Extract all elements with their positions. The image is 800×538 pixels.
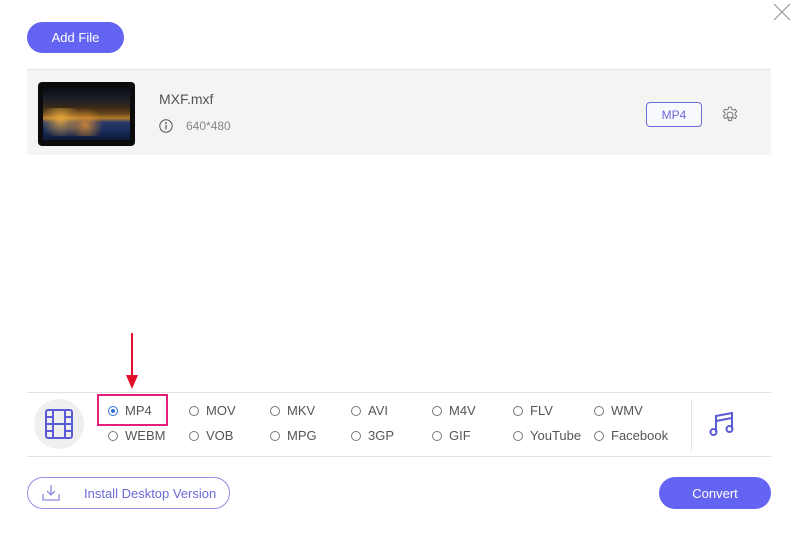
format-option-vob[interactable]: VOB bbox=[189, 428, 233, 443]
format-label: MP4 bbox=[125, 403, 152, 418]
format-option-mp4[interactable]: MP4 bbox=[108, 403, 152, 418]
format-option-avi[interactable]: AVI bbox=[351, 403, 388, 418]
file-name: MXF.mxf bbox=[159, 91, 214, 107]
format-label: MKV bbox=[287, 403, 316, 418]
radio-button[interactable] bbox=[351, 430, 361, 441]
format-label: M4V bbox=[449, 403, 476, 418]
format-option-wmv[interactable]: WMV bbox=[594, 403, 643, 418]
format-label: Facebook bbox=[611, 428, 669, 443]
audio-format-tab[interactable] bbox=[707, 409, 737, 439]
music-note-icon bbox=[709, 411, 734, 436]
format-label: MPG bbox=[287, 428, 317, 443]
radio-button[interactable] bbox=[351, 405, 361, 416]
format-selector-panel: MP4 MOV MKV AVI M4V FLV WMV WEBM VOB MPG 3GP GIF You… bbox=[27, 392, 771, 457]
radio-button[interactable] bbox=[513, 405, 523, 416]
video-format-tab[interactable] bbox=[34, 399, 84, 449]
output-format-button[interactable]: MP4 bbox=[646, 102, 702, 127]
install-label: Install Desktop Version bbox=[84, 485, 217, 501]
format-option-m4v[interactable]: M4V bbox=[432, 403, 476, 418]
convert-button[interactable]: Convert bbox=[659, 477, 771, 509]
format-option-mpg[interactable]: MPG bbox=[270, 428, 317, 443]
format-label: YouTube bbox=[530, 428, 582, 443]
format-label: GIF bbox=[449, 428, 471, 443]
radio-button[interactable] bbox=[189, 430, 199, 441]
file-list-item: MXF.mxf 640*480 MP4 bbox=[27, 69, 771, 155]
format-option-3gp[interactable]: 3GP bbox=[351, 428, 394, 443]
info-icon[interactable] bbox=[159, 119, 173, 133]
format-label: VOB bbox=[206, 428, 234, 443]
format-label: FLV bbox=[530, 403, 553, 418]
film-icon bbox=[45, 409, 73, 439]
radio-button[interactable] bbox=[108, 430, 118, 441]
download-icon bbox=[42, 485, 60, 501]
format-label: WMV bbox=[611, 403, 643, 418]
add-file-button[interactable]: Add File bbox=[27, 22, 124, 53]
format-option-mov[interactable]: MOV bbox=[189, 403, 236, 418]
radio-button[interactable] bbox=[432, 405, 442, 416]
format-option-gif[interactable]: GIF bbox=[432, 428, 471, 443]
radio-button[interactable] bbox=[270, 405, 280, 416]
format-option-facebook[interactable]: Facebook bbox=[594, 428, 668, 443]
format-option-mkv[interactable]: MKV bbox=[270, 403, 315, 418]
gear-icon[interactable] bbox=[720, 105, 740, 125]
install-desktop-version-button[interactable]: Install Desktop Version bbox=[27, 477, 230, 509]
annotation-arrow bbox=[126, 333, 138, 389]
format-label: 3GP bbox=[368, 428, 395, 443]
close-button[interactable] bbox=[772, 2, 792, 22]
format-label: MOV bbox=[206, 403, 236, 418]
format-label: AVI bbox=[368, 403, 388, 418]
radio-button[interactable] bbox=[513, 430, 523, 441]
radio-button[interactable] bbox=[270, 430, 280, 441]
format-label: WEBM bbox=[125, 428, 166, 443]
radio-button[interactable] bbox=[594, 405, 604, 416]
format-option-webm[interactable]: WEBM bbox=[108, 428, 165, 443]
video-thumbnail bbox=[38, 82, 135, 146]
format-option-flv[interactable]: FLV bbox=[513, 403, 553, 418]
file-resolution: 640*480 bbox=[186, 119, 231, 133]
radio-button[interactable] bbox=[189, 405, 199, 416]
radio-button[interactable] bbox=[108, 405, 118, 416]
radio-button[interactable] bbox=[594, 430, 604, 441]
radio-button[interactable] bbox=[432, 430, 442, 441]
close-icon bbox=[773, 3, 791, 21]
divider bbox=[691, 399, 692, 451]
format-option-youtube[interactable]: YouTube bbox=[513, 428, 581, 443]
